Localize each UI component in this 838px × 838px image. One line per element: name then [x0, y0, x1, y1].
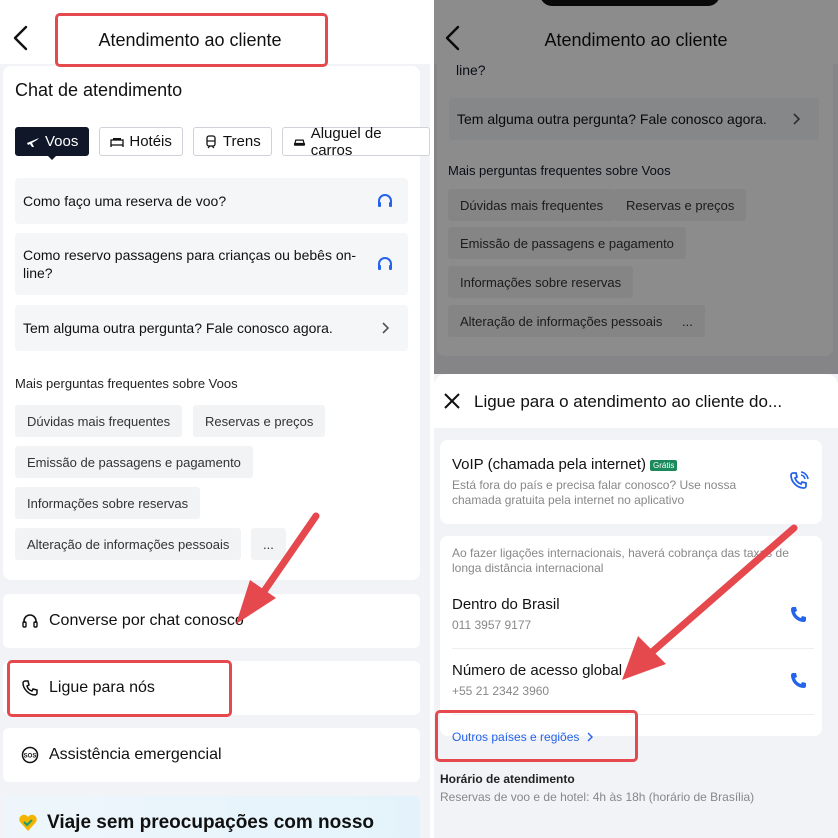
svg-text:SOS: SOS	[24, 754, 37, 760]
tab-label: Aluguel de carros	[310, 124, 382, 159]
promo-text: Viaje sem preocupações com nosso	[47, 812, 375, 833]
heart-check-icon	[19, 814, 37, 831]
tab-label: Voos	[45, 133, 79, 150]
phone-number: +55 21 2342 3960	[452, 684, 550, 698]
voip-title: VoIP (chamada pela internet)	[452, 456, 647, 473]
question-item[interactable]: Como faço uma reserva de voo?	[15, 178, 408, 224]
chevron-right-icon[interactable]	[376, 319, 394, 337]
chat-section-title: Chat de atendimento	[15, 80, 183, 100]
headset-icon[interactable]	[376, 192, 394, 210]
highlight-other-countries	[435, 710, 638, 762]
phone-row-brazil[interactable]: Dentro do Brasil 011 3957 9177	[440, 588, 822, 648]
tab-label: Hotéis	[129, 133, 172, 150]
faq-section-title: Mais perguntas frequentes sobre Voos	[15, 376, 238, 391]
faq-chip[interactable]: Dúvidas mais frequentes	[15, 405, 183, 437]
faq-chip[interactable]: Emissão de passagens e pagamento	[15, 446, 253, 478]
call-bottom-sheet: Ligue para o atendimento ao cliente do..…	[434, 374, 838, 838]
row-divider	[452, 648, 814, 649]
faq-chip[interactable]: Reservas e preços	[193, 405, 326, 437]
back-arrow-icon[interactable]	[12, 24, 30, 52]
train-icon	[206, 134, 216, 148]
phone-number: 011 3957 9177	[452, 618, 532, 632]
faq-chip[interactable]: Informações sobre reservas	[15, 487, 201, 519]
phone-numbers-card: Ao fazer ligações internacionais, haverá…	[440, 536, 822, 736]
free-badge: Grátis	[650, 459, 678, 471]
phone-icon[interactable]	[788, 604, 810, 626]
bed-icon	[110, 137, 125, 147]
option-label: Assistência emergencial	[49, 746, 222, 763]
hours-text: Reservas de voo e de hotel: 4h às 18h (h…	[440, 790, 755, 804]
voip-card[interactable]: VoIP (chamada pela internet) Grátis Está …	[440, 440, 822, 524]
hours-title: Horário de atendimento	[440, 772, 575, 786]
chat-option[interactable]: Converse por chat conosco	[3, 594, 420, 648]
promo-banner[interactable]: Viaje sem preocupações com nosso	[3, 796, 420, 838]
tab-flights[interactable]: Voos	[15, 127, 90, 160]
highlight-call-option	[7, 660, 232, 717]
faq-chip-more[interactable]: ...	[251, 528, 286, 560]
question-text: Tem alguma outra pergunta? Fale conosco …	[23, 320, 333, 336]
emergency-option[interactable]: SOS Assistência emergencial	[3, 728, 420, 782]
sheet-title: Ligue para o atendimento ao cliente do..…	[474, 392, 783, 411]
tab-trains[interactable]: Trens	[192, 127, 272, 156]
category-tabs: Voos Hotéis Trens Aluguel de carros	[15, 124, 430, 160]
voip-title-row: VoIP (chamada pela internet) Grátis	[452, 456, 766, 473]
highlight-title	[55, 13, 328, 67]
plane-icon	[27, 137, 39, 147]
car-icon	[293, 139, 305, 146]
voip-desc: Está fora do país e precisa falar conosc…	[452, 478, 737, 507]
phone-label: Número de acesso global	[452, 662, 623, 679]
question-item[interactable]: Como reservo passagens para crianças ou …	[15, 233, 408, 295]
phone-label: Dentro do Brasil	[452, 596, 560, 613]
question-text: Como faço uma reserva de voo?	[23, 193, 227, 209]
headset-icon	[22, 614, 38, 628]
right-panel: Atendimento ao cliente line? Tem alguma …	[434, 0, 838, 838]
phone-row-global[interactable]: Número de acesso global +55 21 2342 3960	[440, 654, 822, 714]
left-panel: Atendimento ao cliente Chat de atendimen…	[0, 0, 430, 838]
tab-label: Trens	[222, 133, 261, 150]
tab-hotels[interactable]: Hotéis	[99, 127, 183, 156]
faq-chip[interactable]: Alteração de informações pessoais	[15, 528, 242, 560]
voip-phone-icon[interactable]	[788, 470, 810, 492]
option-label: Converse por chat conosco	[49, 612, 244, 629]
headset-icon[interactable]	[376, 255, 394, 273]
phone-icon[interactable]	[788, 670, 810, 692]
close-icon[interactable]	[442, 391, 462, 411]
tab-car-rental[interactable]: Aluguel de carros	[281, 124, 430, 159]
intl-note: Ao fazer ligações internacionais, haverá…	[452, 546, 789, 575]
question-text: Como reservo passagens para crianças ou …	[23, 247, 357, 281]
question-item[interactable]: Tem alguma outra pergunta? Fale conosco …	[15, 305, 408, 351]
sos-icon: SOS	[21, 746, 39, 764]
modal-overlay[interactable]	[434, 0, 838, 374]
